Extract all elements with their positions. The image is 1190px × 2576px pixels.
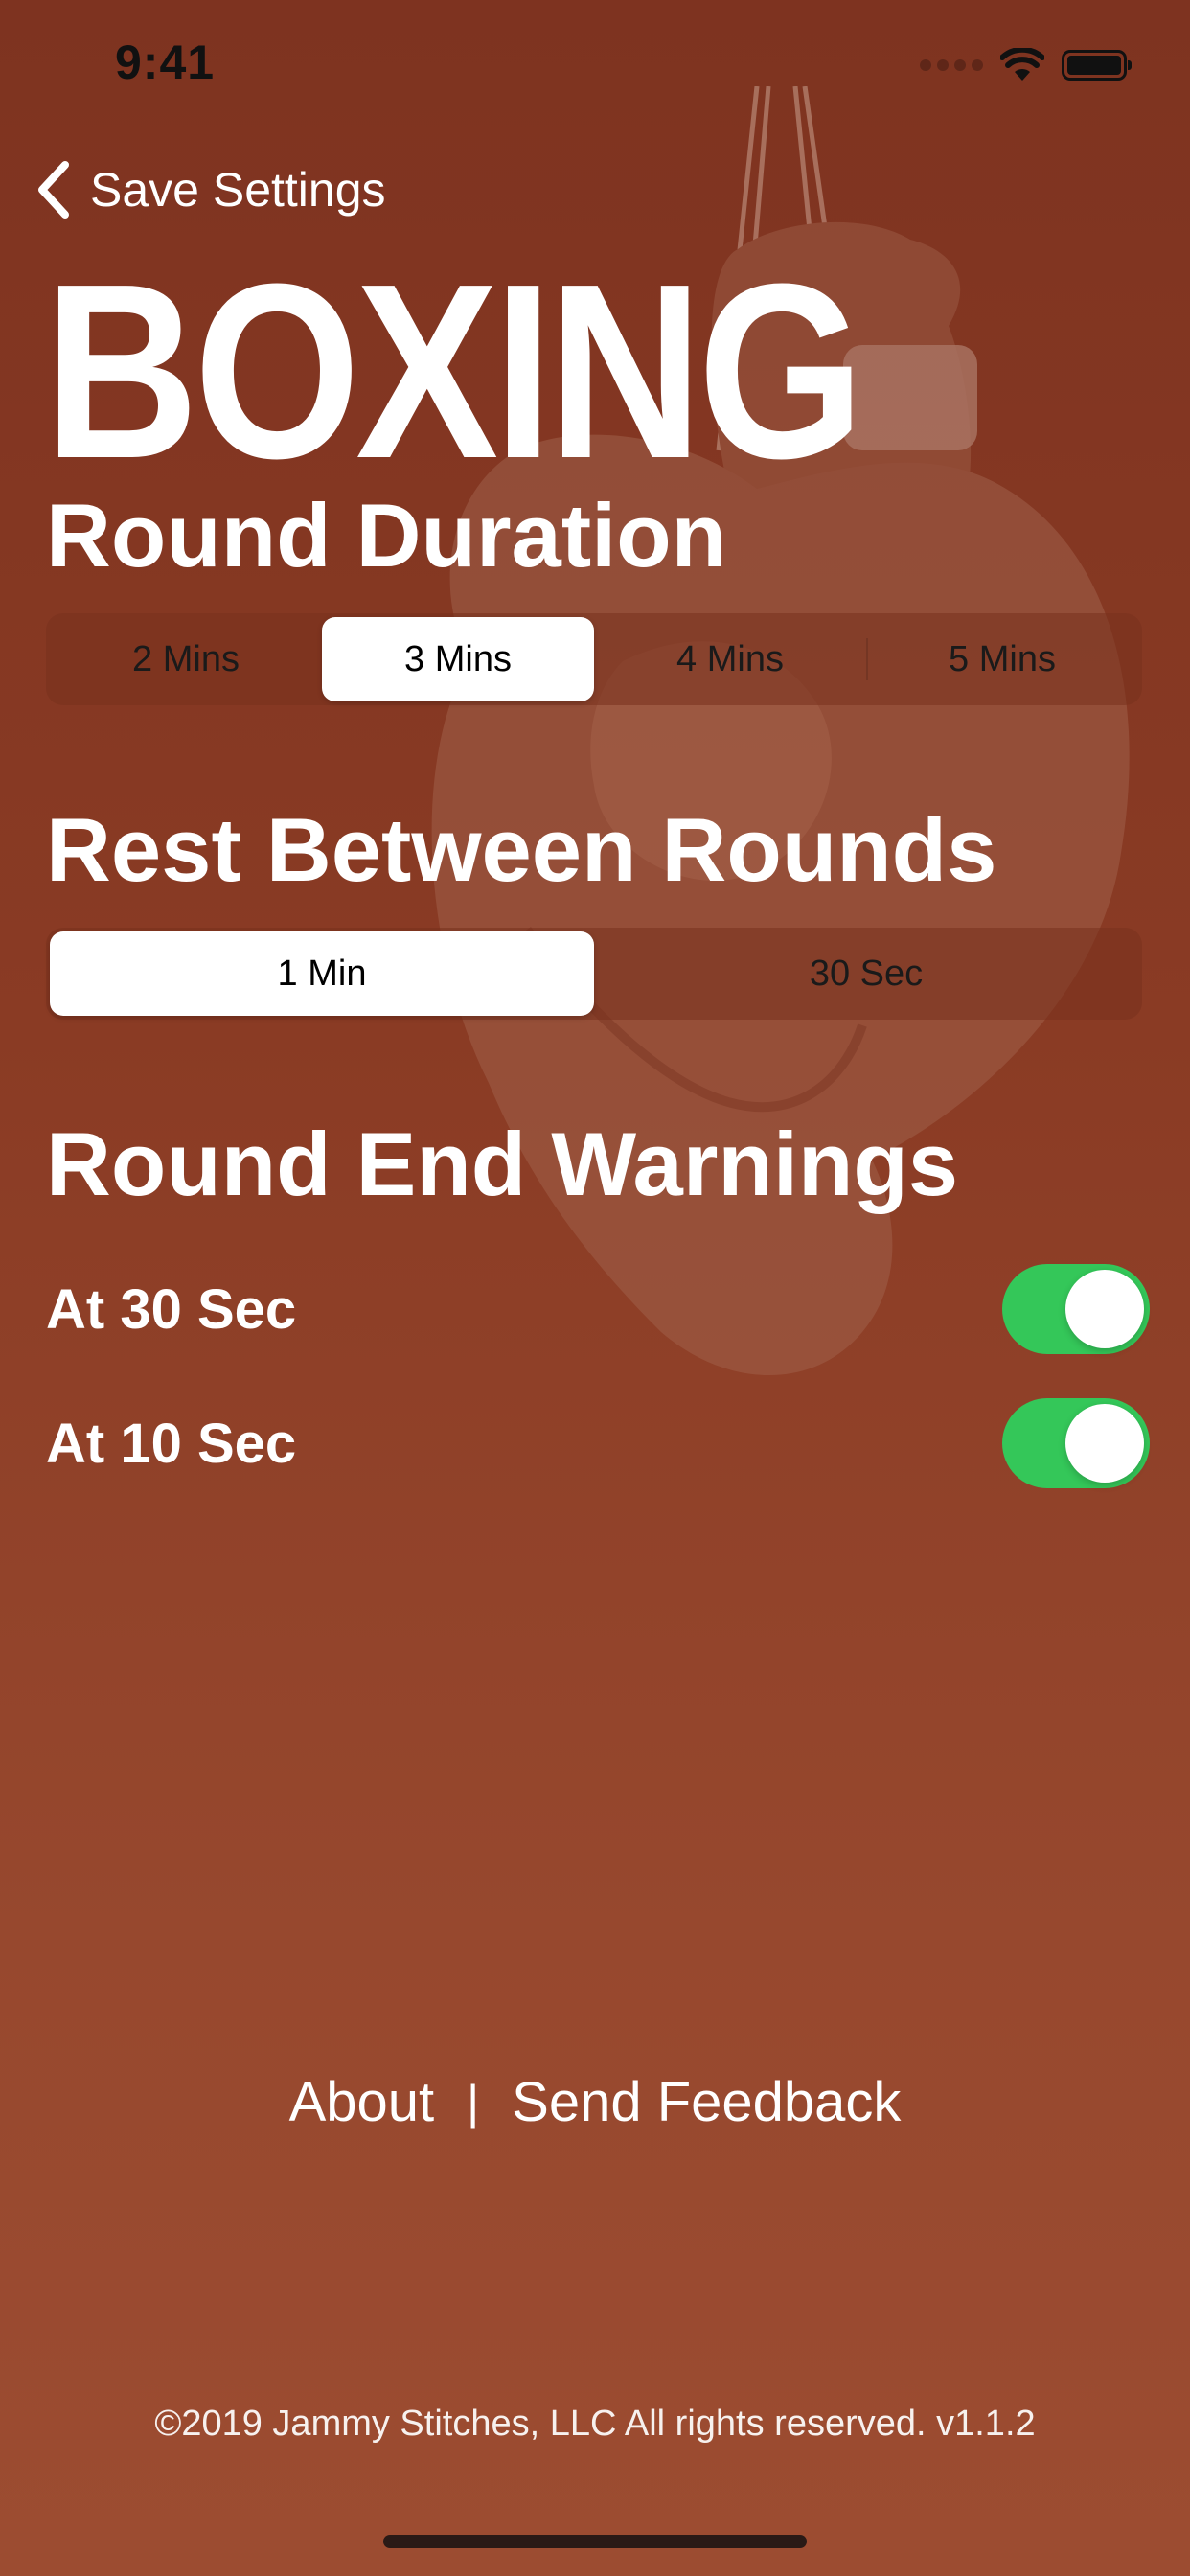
about-link[interactable]: About <box>289 2070 435 2134</box>
round-duration-segmented-control: 2 Mins 3 Mins 4 Mins 5 Mins <box>46 613 1142 705</box>
status-time: 9:41 <box>115 35 216 89</box>
settings-screen: 9:41 Save Settings BOXING Round Duration… <box>0 0 1190 2576</box>
rest-option-30-sec[interactable]: 30 Sec <box>594 932 1138 1016</box>
copyright-text: ©2019 Jammy Stitches, LLC All rights res… <box>154 2404 1036 2444</box>
warning-10-sec-label: At 10 Sec <box>46 1412 297 1475</box>
round-duration-option-5-mins[interactable]: 5 Mins <box>866 617 1138 702</box>
app-title: BOXING <box>44 233 864 511</box>
battery-icon <box>1062 50 1132 80</box>
warning-10-sec-row: At 10 Sec <box>46 1397 1150 1489</box>
toggle-knob <box>1065 1404 1144 1483</box>
footer-separator: | <box>467 2075 480 2129</box>
back-button-label: Save Settings <box>90 163 386 217</box>
save-settings-back-button[interactable]: Save Settings <box>34 153 386 226</box>
footer-links: About | Send Feedback <box>0 2070 1190 2134</box>
toggle-knob <box>1065 1270 1144 1348</box>
cellular-signal-icon <box>920 59 983 71</box>
warning-30-sec-toggle[interactable] <box>1002 1264 1150 1354</box>
round-duration-option-2-mins[interactable]: 2 Mins <box>50 617 322 702</box>
wifi-icon <box>1000 48 1044 80</box>
chevron-left-icon <box>38 161 69 218</box>
home-indicator[interactable] <box>383 2535 807 2548</box>
send-feedback-link[interactable]: Send Feedback <box>512 2070 901 2134</box>
round-duration-heading: Round Duration <box>46 485 727 586</box>
round-end-warnings-heading: Round End Warnings <box>46 1114 959 1214</box>
round-duration-option-3-mins[interactable]: 3 Mins <box>322 617 594 702</box>
status-icons <box>920 44 1132 86</box>
warning-30-sec-row: At 30 Sec <box>46 1263 1150 1355</box>
round-duration-option-4-mins[interactable]: 4 Mins <box>594 617 866 702</box>
rest-between-rounds-heading: Rest Between Rounds <box>46 799 997 900</box>
warning-30-sec-label: At 30 Sec <box>46 1277 297 1341</box>
rest-between-rounds-segmented-control: 1 Min 30 Sec <box>46 928 1142 1020</box>
warning-10-sec-toggle[interactable] <box>1002 1398 1150 1488</box>
rest-option-1-min[interactable]: 1 Min <box>50 932 594 1016</box>
